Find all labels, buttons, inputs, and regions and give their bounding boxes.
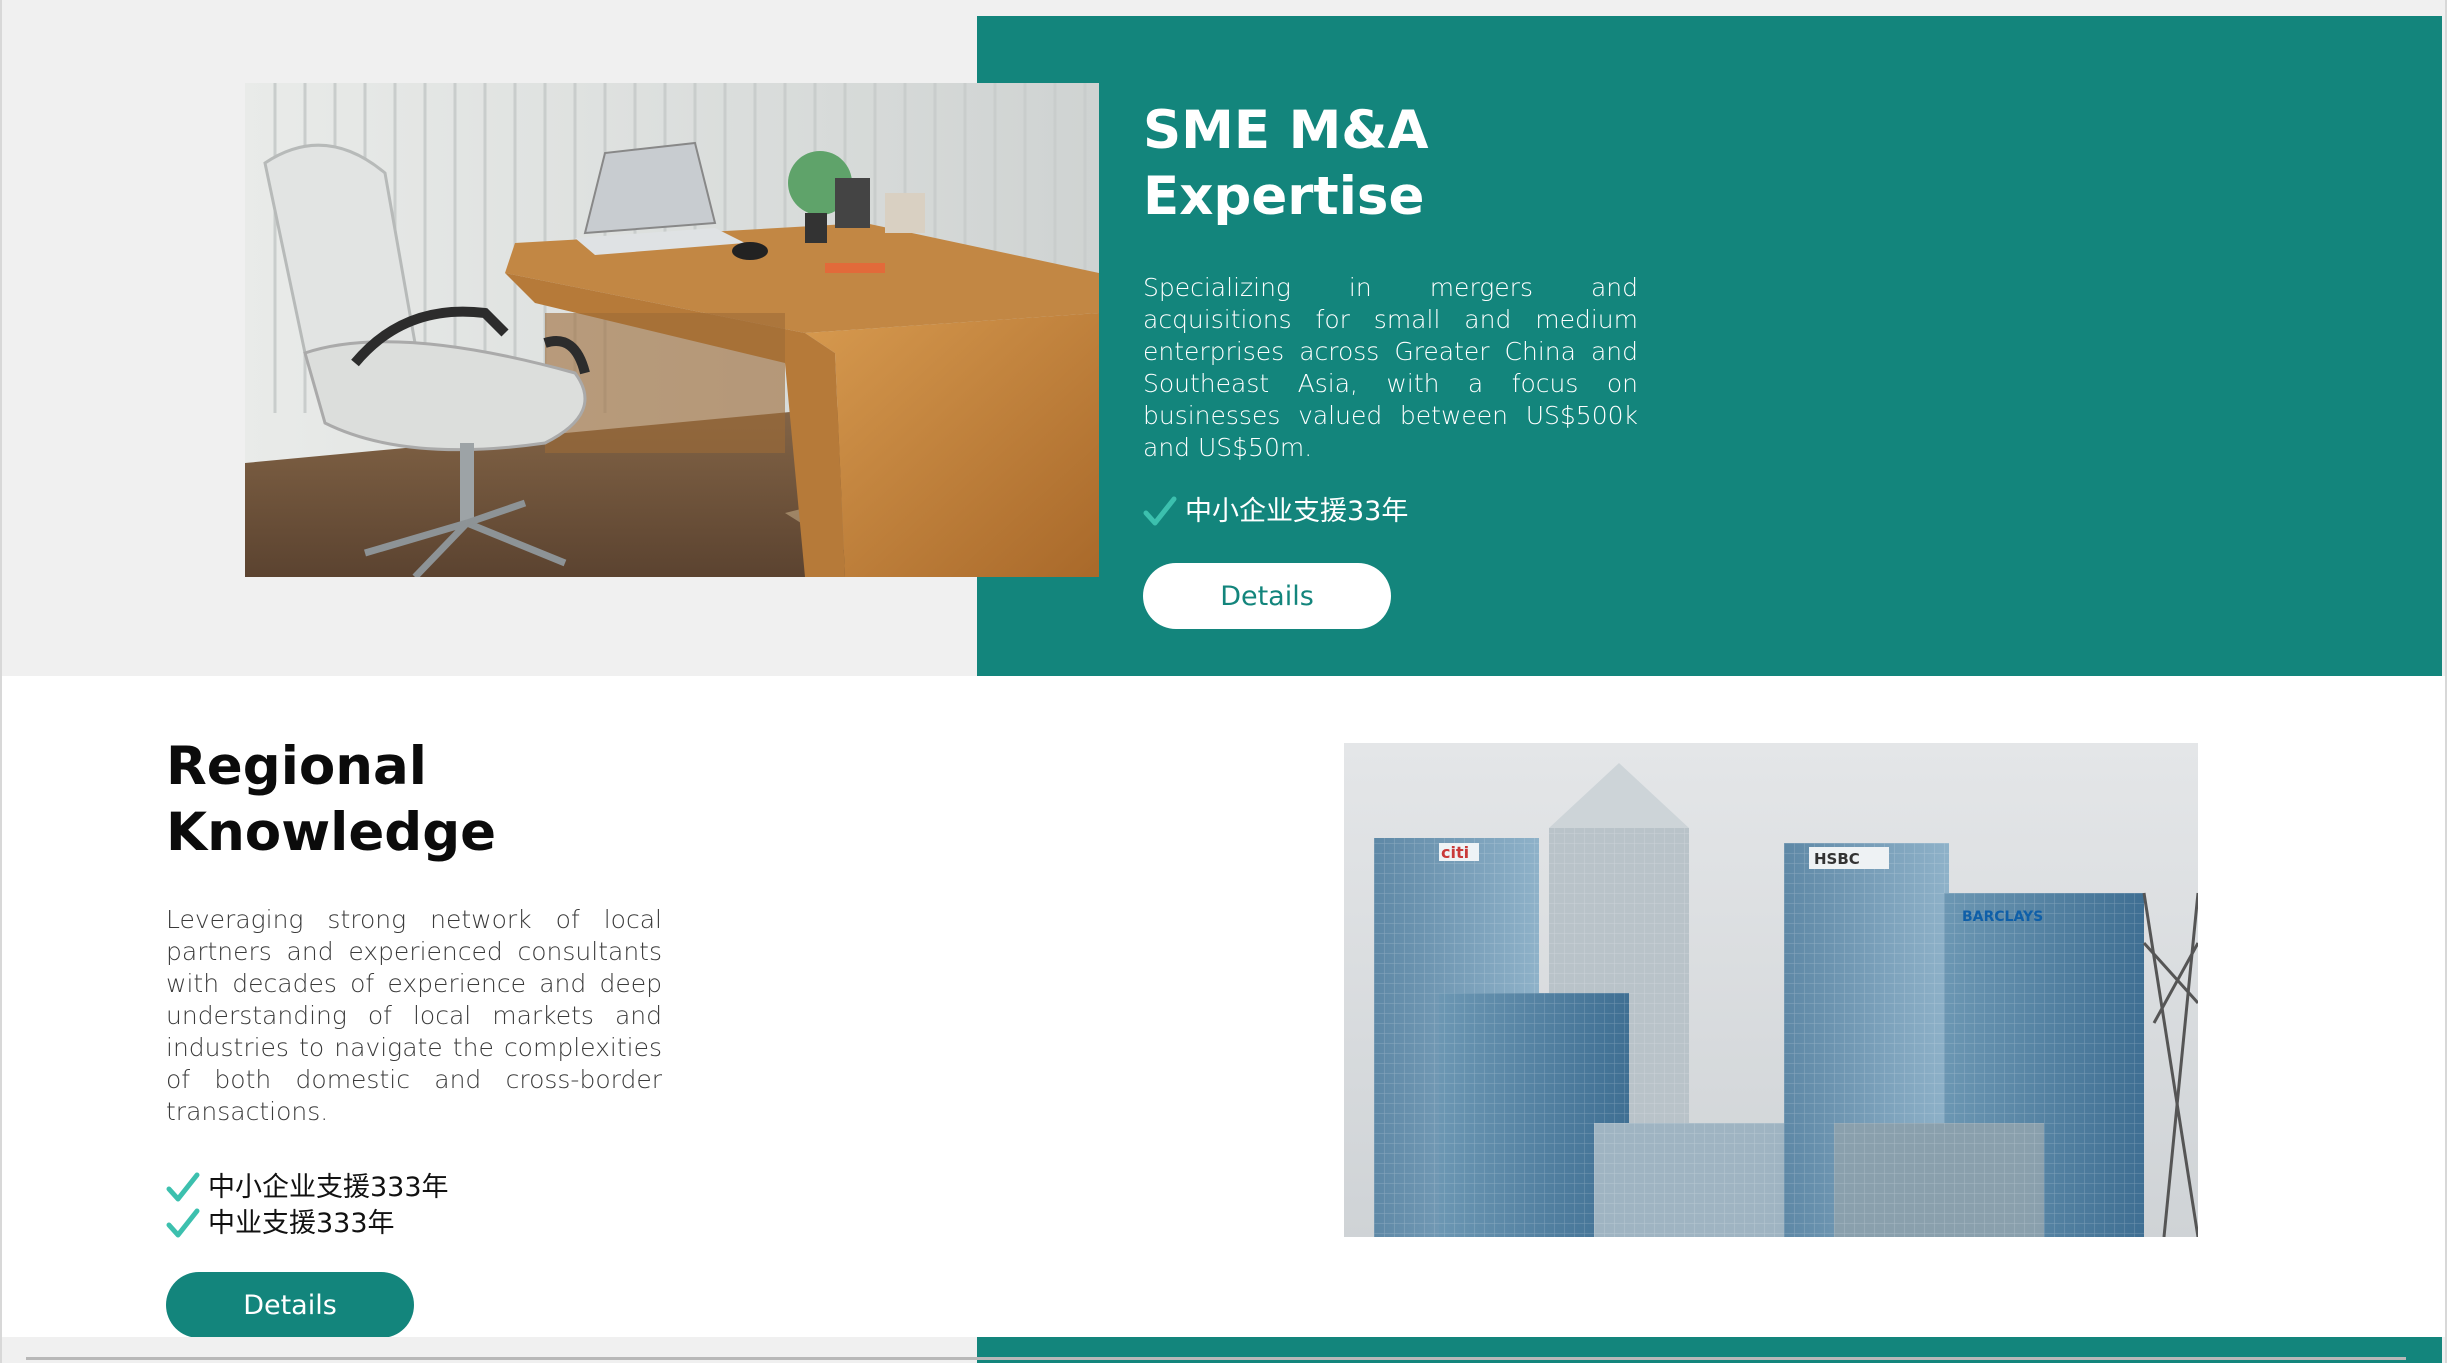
skyscrapers-photo: citi HSBC BARCLAYS (1344, 743, 2198, 1237)
title-line-1: SME M&A (1143, 100, 1429, 161)
regional-content: Regional Knowledge Leveraging strong net… (166, 734, 662, 1338)
check-item-label: 中小企业支援33年 (1185, 496, 1409, 527)
hsbc-sign: HSBC (1814, 850, 1860, 868)
check-item: 中业支援333年 (166, 1206, 662, 1242)
title-line-2: Knowledge (166, 802, 497, 863)
regional-knowledge-section: Regional Knowledge Leveraging strong net… (0, 676, 2447, 1338)
horizontal-scrollbar[interactable] (26, 1357, 2406, 1360)
details-button[interactable]: Details (1143, 563, 1391, 629)
section-description: Leveraging strong network of local partn… (166, 905, 662, 1126)
check-item: 中小企业支援333年 (166, 1170, 662, 1206)
office-desk-photo (245, 83, 1099, 577)
title-line-1: Regional (166, 736, 427, 797)
sme-content: SME M&A Expertise Specializing in merger… (1143, 98, 1638, 629)
section-title: SME M&A Expertise (1143, 98, 1638, 230)
section-description: Specializing in mergers and acquisitions… (1143, 273, 1638, 462)
check-item: 中小企业支援33年 (1143, 494, 1638, 530)
check-list: 中小企业支援33年 (1143, 494, 1638, 530)
checkmark-icon (1143, 496, 1177, 526)
checkmark-icon (166, 1208, 200, 1238)
barclays-sign: BARCLAYS (1962, 909, 2043, 925)
section-title: Regional Knowledge (166, 734, 662, 866)
title-line-2: Expertise (1143, 166, 1425, 227)
check-item-label: 中小企业支援333年 (208, 1172, 449, 1203)
checkmark-icon (166, 1172, 200, 1202)
check-list: 中小企业支援333年 中业支援333年 (166, 1170, 662, 1242)
details-button[interactable]: Details (166, 1272, 414, 1338)
check-item-label: 中业支援333年 (208, 1208, 395, 1239)
sme-expertise-section: SME M&A Expertise Specializing in merger… (0, 0, 2447, 676)
citi-sign: citi (1441, 843, 1469, 862)
